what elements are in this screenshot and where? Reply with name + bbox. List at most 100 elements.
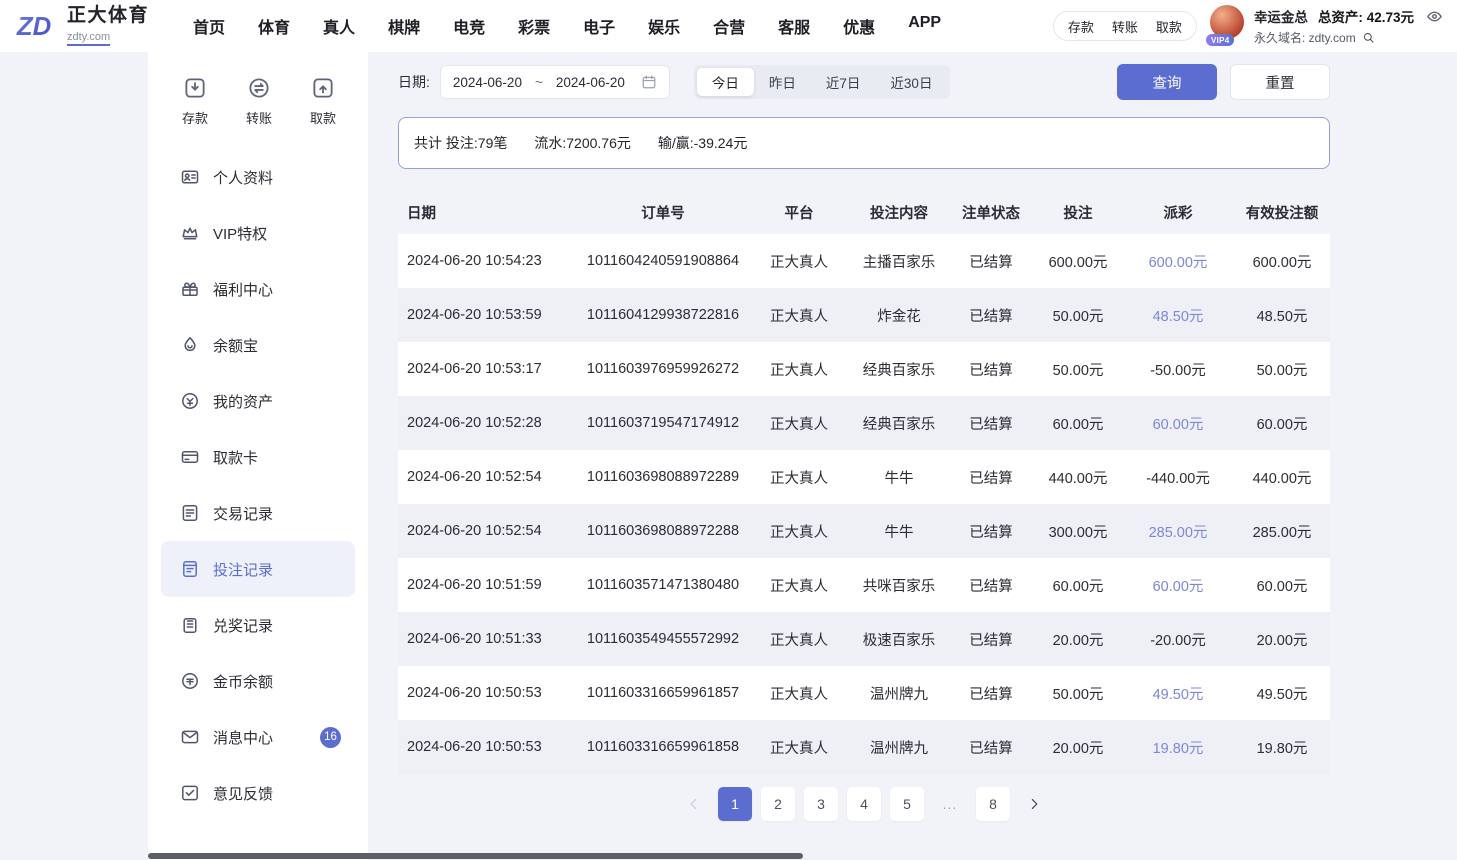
page-button-3[interactable]: 3 bbox=[804, 787, 838, 821]
nav-item-6[interactable]: 电子 bbox=[583, 14, 615, 38]
eye-icon[interactable] bbox=[1426, 8, 1443, 25]
page-button-5[interactable]: 5 bbox=[890, 787, 924, 821]
table-row-3[interactable]: 2024-06-20 10:52:281011603719547174912正大… bbox=[398, 396, 1330, 450]
wallet-action-0[interactable]: 存款 bbox=[1059, 17, 1103, 36]
table-row-0[interactable]: 2024-06-20 10:54:231011604240591908864正大… bbox=[398, 234, 1330, 288]
page-button-2[interactable]: 2 bbox=[761, 787, 795, 821]
nav-item-7[interactable]: 娱乐 bbox=[648, 14, 680, 38]
nav-item-10[interactable]: 优惠 bbox=[843, 14, 875, 38]
sidebar-item-7[interactable]: 投注记录 bbox=[161, 541, 355, 597]
sidebar-menu: 个人资料VIP特权福利中心余额宝我的资产取款卡交易记录投注记录兑奖记录金币余额消… bbox=[148, 149, 368, 821]
logo-icon: ZD bbox=[16, 7, 62, 45]
page-button-8[interactable]: 8 bbox=[976, 787, 1010, 821]
cell-content: 共咪百家乐 bbox=[850, 575, 948, 596]
quick-action-2[interactable]: 取款 bbox=[310, 76, 336, 127]
sidebar-item-0[interactable]: 个人资料 bbox=[161, 149, 355, 205]
cell-valid: 49.50元 bbox=[1234, 683, 1330, 704]
prize-icon bbox=[180, 615, 200, 635]
nav-item-3[interactable]: 棋牌 bbox=[388, 14, 420, 38]
sidebar-item-8[interactable]: 兑奖记录 bbox=[161, 597, 355, 653]
cell-content: 经典百家乐 bbox=[850, 359, 948, 380]
range-button-3[interactable]: 近30日 bbox=[875, 68, 947, 96]
reset-button[interactable]: 重置 bbox=[1230, 64, 1330, 100]
table-row-4[interactable]: 2024-06-20 10:52:541011603698088972289正大… bbox=[398, 450, 1330, 504]
cell-payout: 19.80元 bbox=[1122, 737, 1234, 758]
vip-badge: VIP4 bbox=[1206, 34, 1235, 46]
sidebar: 存款转账取款 个人资料VIP特权福利中心余额宝我的资产取款卡交易记录投注记录兑奖… bbox=[148, 52, 368, 860]
sidebar-item-11[interactable]: 意见反馈 bbox=[161, 765, 355, 821]
sidebar-item-4[interactable]: 我的资产 bbox=[161, 373, 355, 429]
range-button-1[interactable]: 昨日 bbox=[754, 68, 811, 96]
range-button-0[interactable]: 今日 bbox=[697, 68, 754, 96]
date-range-input[interactable]: 2024-06-20 ~ 2024-06-20 bbox=[440, 65, 670, 99]
sidebar-item-6[interactable]: 交易记录 bbox=[161, 485, 355, 541]
table-row-5[interactable]: 2024-06-20 10:52:541011603698088972288正大… bbox=[398, 504, 1330, 558]
table-row-1[interactable]: 2024-06-20 10:53:591011604129938722816正大… bbox=[398, 288, 1330, 342]
avatar-wrap: VIP4 bbox=[1210, 5, 1246, 47]
page-ellipsis: ... bbox=[933, 787, 967, 821]
pagination-prev[interactable] bbox=[679, 787, 709, 821]
table-row-9[interactable]: 2024-06-20 10:50:531011603316659961858正大… bbox=[398, 720, 1330, 774]
page-button-4[interactable]: 4 bbox=[847, 787, 881, 821]
svg-text:ZD: ZD bbox=[16, 13, 51, 41]
quick-action-1[interactable]: 转账 bbox=[246, 76, 272, 127]
sidebar-item-2[interactable]: 福利中心 bbox=[161, 261, 355, 317]
sidebar-item-9[interactable]: 金币余额 bbox=[161, 653, 355, 709]
sidebar-item-1[interactable]: VIP特权 bbox=[161, 205, 355, 261]
quick-range-group: 今日昨日近7日近30日 bbox=[694, 65, 951, 99]
horizontal-scrollbar[interactable] bbox=[148, 853, 803, 859]
date-label: 日期: bbox=[398, 72, 430, 92]
nav-item-2[interactable]: 真人 bbox=[323, 14, 355, 38]
page-button-1[interactable]: 1 bbox=[718, 787, 752, 821]
cell-platform: 正大真人 bbox=[748, 737, 850, 758]
column-header-1: 订单号 bbox=[578, 202, 748, 223]
quick-action-0[interactable]: 存款 bbox=[182, 76, 208, 127]
cell-content: 极速百家乐 bbox=[850, 629, 948, 650]
cell-date: 2024-06-20 10:51:59 bbox=[398, 577, 578, 593]
cell-date: 2024-06-20 10:52:54 bbox=[398, 523, 578, 539]
nav-item-8[interactable]: 合营 bbox=[713, 14, 745, 38]
cell-payout: -440.00元 bbox=[1122, 467, 1234, 488]
user-text: 幸运金总 总资产: 42.73元 永久域名: zdty.com bbox=[1254, 6, 1443, 46]
cell-bet: 50.00元 bbox=[1034, 359, 1122, 380]
bets-table: 日期订单号平台投注内容注单状态投注派彩有效投注额 2024-06-20 10:5… bbox=[398, 190, 1330, 774]
wallet-action-2[interactable]: 取款 bbox=[1147, 17, 1191, 36]
cell-valid: 50.00元 bbox=[1234, 359, 1330, 380]
nav-item-4[interactable]: 电竞 bbox=[453, 14, 485, 38]
cell-payout: 49.50元 bbox=[1122, 683, 1234, 704]
cell-valid: 48.50元 bbox=[1234, 305, 1330, 326]
cell-order: 1011604129938722816 bbox=[578, 307, 748, 323]
nav-item-5[interactable]: 彩票 bbox=[518, 14, 550, 38]
logo[interactable]: ZD 正大体育 zdty.com bbox=[16, 6, 149, 46]
range-button-2[interactable]: 近7日 bbox=[811, 68, 876, 96]
sidebar-item-10[interactable]: 消息中心16 bbox=[161, 709, 355, 765]
pagination: 12345... 8 bbox=[398, 787, 1330, 821]
sidebar-item-5[interactable]: 取款卡 bbox=[161, 429, 355, 485]
cell-payout: 600.00元 bbox=[1122, 251, 1234, 272]
assets-icon bbox=[180, 391, 200, 411]
nav-item-11[interactable]: APP bbox=[908, 14, 941, 38]
nav-item-1[interactable]: 体育 bbox=[258, 14, 290, 38]
calendar-icon[interactable] bbox=[641, 74, 657, 90]
wallet-action-1[interactable]: 转账 bbox=[1103, 17, 1147, 36]
table-row-8[interactable]: 2024-06-20 10:50:531011603316659961857正大… bbox=[398, 666, 1330, 720]
sidebar-item-3[interactable]: 余额宝 bbox=[161, 317, 355, 373]
cell-content: 温州牌九 bbox=[850, 737, 948, 758]
cell-content: 经典百家乐 bbox=[850, 413, 948, 434]
cell-platform: 正大真人 bbox=[748, 683, 850, 704]
table-header-row: 日期订单号平台投注内容注单状态投注派彩有效投注额 bbox=[398, 190, 1330, 234]
search-button[interactable]: 查询 bbox=[1117, 64, 1217, 100]
search-icon[interactable] bbox=[1362, 31, 1375, 44]
cell-content: 主播百家乐 bbox=[850, 251, 948, 272]
pagination-next[interactable] bbox=[1019, 787, 1049, 821]
card-icon bbox=[180, 447, 200, 467]
cell-platform: 正大真人 bbox=[748, 251, 850, 272]
nav-item-0[interactable]: 首页 bbox=[193, 14, 225, 38]
cell-order: 1011603316659961858 bbox=[578, 739, 748, 755]
withdraw-icon bbox=[311, 76, 335, 100]
nav-item-9[interactable]: 客服 bbox=[778, 14, 810, 38]
table-row-2[interactable]: 2024-06-20 10:53:171011603976959926272正大… bbox=[398, 342, 1330, 396]
table-row-7[interactable]: 2024-06-20 10:51:331011603549455572992正大… bbox=[398, 612, 1330, 666]
table-row-6[interactable]: 2024-06-20 10:51:591011603571471380480正大… bbox=[398, 558, 1330, 612]
cell-bet: 600.00元 bbox=[1034, 251, 1122, 272]
